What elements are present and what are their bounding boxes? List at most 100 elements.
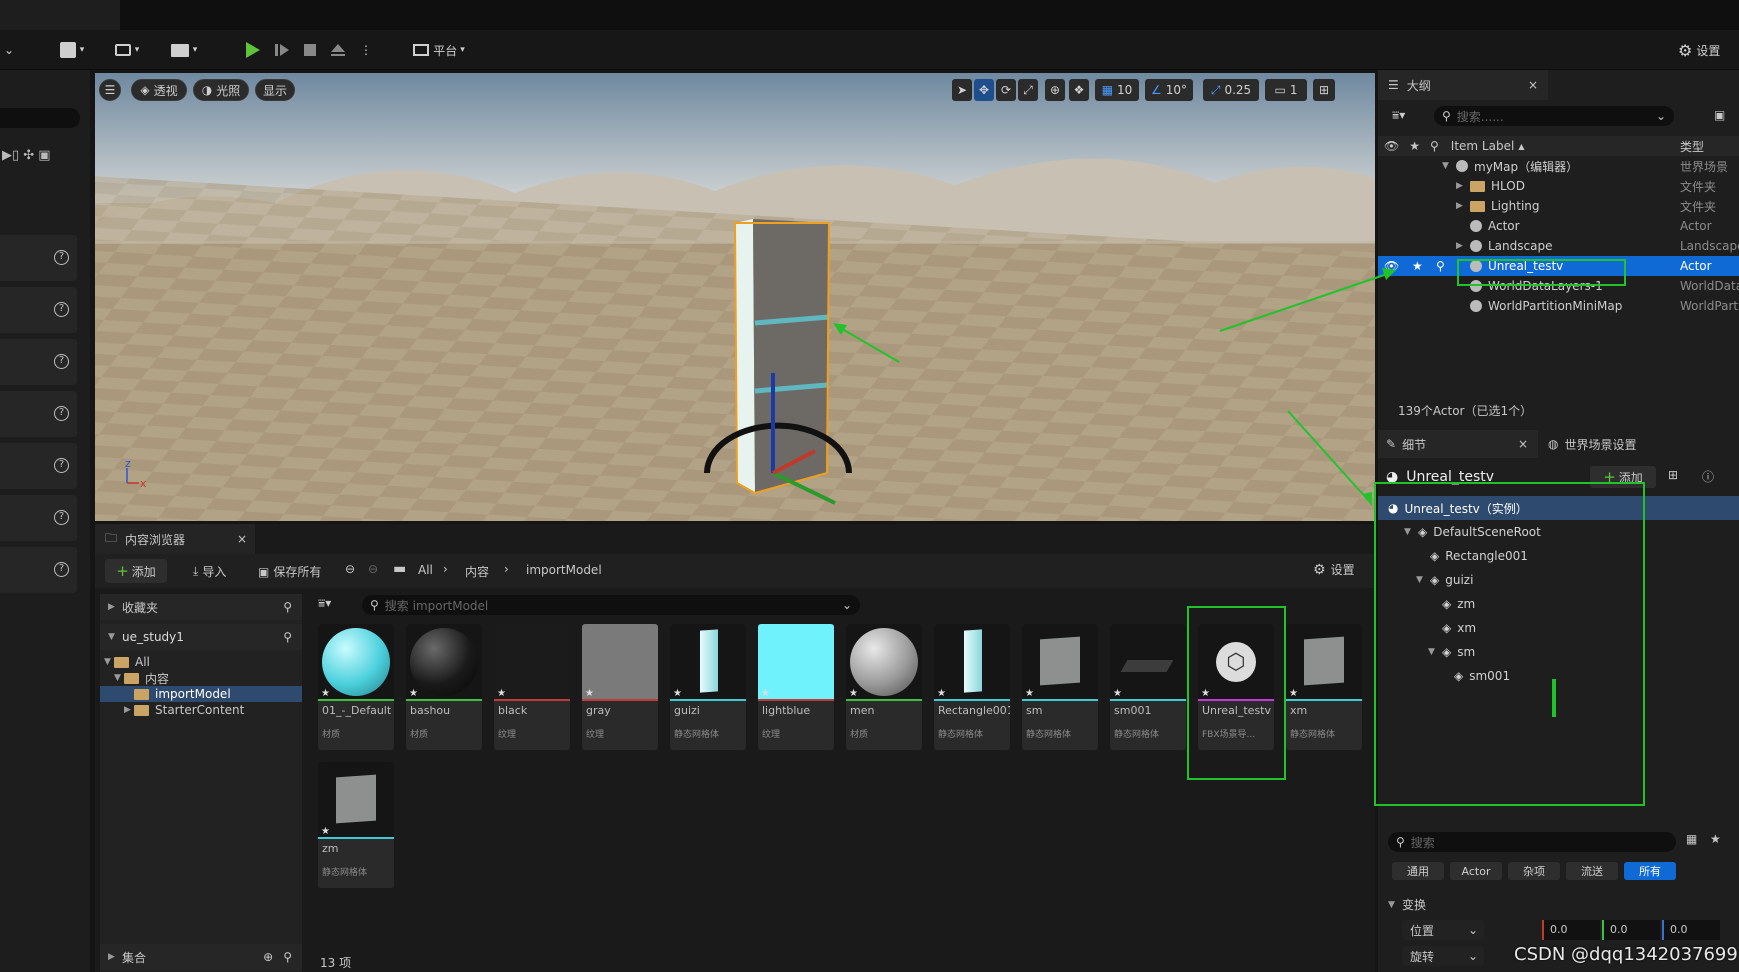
help-icon[interactable]: ? — [54, 458, 69, 473]
angle-snap-button[interactable]: ∠ 10° — [1145, 79, 1193, 101]
cinematics-button[interactable]: ▾ — [164, 38, 204, 62]
tree-item-startercontent[interactable]: ▶ StarterContent — [124, 702, 300, 718]
scale-mode-icon[interactable]: ⤢ — [1018, 79, 1038, 101]
select-mode-icon[interactable]: ➤ — [952, 79, 972, 101]
asset-tile[interactable]: ★ lightblue 纹理 — [758, 624, 834, 750]
help-icon[interactable]: ⓘ — [1702, 468, 1714, 485]
transform-section[interactable]: ▼ 变换 — [1388, 896, 1426, 913]
close-icon[interactable]: × — [237, 532, 247, 546]
asset-tile[interactable]: ★ sm001 静态网格体 — [1110, 624, 1186, 750]
platform-button[interactable]: 平台 ▾ — [404, 38, 474, 62]
layout-icon[interactable]: ⊞ — [1313, 79, 1335, 101]
cb-settings-button[interactable]: ⚙ 设置 — [1313, 561, 1355, 578]
chevron-down-icon[interactable]: ⌄ — [0, 38, 18, 62]
outliner-search-input[interactable]: ⚲ 搜索...... ⌄ — [1434, 106, 1674, 126]
filter-chip[interactable]: 通用 — [1392, 862, 1444, 880]
asset-tile[interactable]: ★ gray 纹理 — [582, 624, 658, 750]
category-row[interactable]: ? — [0, 287, 77, 333]
pin-icon[interactable]: ⚲ — [1430, 139, 1439, 153]
category-row[interactable]: ? — [0, 391, 77, 437]
world-settings-tab[interactable]: ◍ 世界场景设置 — [1548, 430, 1718, 458]
search-input[interactable] — [0, 108, 80, 128]
filter-button[interactable]: ⩸▾ — [318, 596, 348, 614]
chevron-right-icon[interactable]: ▶ — [1456, 201, 1466, 211]
collections-header[interactable]: ▶ 集合 ⊕ ⚲ — [100, 944, 302, 970]
help-icon[interactable]: ? — [54, 406, 69, 421]
outliner-row[interactable]: ▼ myMap（编辑器） 世界场景 — [1378, 156, 1739, 176]
search-icon[interactable]: ⚲ — [283, 950, 292, 964]
chevron-down-icon[interactable]: ▼ — [1442, 161, 1452, 171]
asset-tile[interactable]: ★ Rectangle001 静态网格体 — [934, 624, 1010, 750]
filter-icon[interactable]: ⩸▾ — [1392, 108, 1405, 123]
rotate-mode-icon[interactable]: ⟳ — [996, 79, 1016, 101]
outliner-row[interactable]: ▶ Lighting 文件夹 — [1378, 196, 1739, 216]
tree-item-content[interactable]: ▼ 内容 — [114, 670, 300, 686]
level-viewport[interactable]: z x ☰ ◈ 透视 ◑ 光照 显示 ➤ ✥ ⟳ ⤢ ⊕ ❖ ▦ 10 ∠ 10° ⤢ 0… — [95, 73, 1375, 521]
category-row[interactable]: ? — [0, 547, 77, 593]
viewport-menu-button[interactable]: ☰ — [99, 79, 121, 101]
play-button[interactable] — [237, 38, 267, 62]
help-icon[interactable]: ? — [54, 354, 69, 369]
asset-tile[interactable]: ★ sm 静态网格体 — [1022, 624, 1098, 750]
filter-chip[interactable]: 杂项 — [1508, 862, 1560, 880]
filter-chip[interactable]: 流送 — [1566, 862, 1618, 880]
lit-button[interactable]: ◑ 光照 — [193, 79, 249, 101]
settings-button[interactable]: ⚙ 设置 — [1678, 38, 1738, 62]
close-icon[interactable]: × — [1528, 78, 1538, 92]
save-all-button[interactable]: ▣ 保存所有 — [258, 563, 321, 580]
outliner-row[interactable]: WorldPartitionMiniMap WorldPart — [1378, 296, 1739, 316]
help-icon[interactable]: ? — [54, 250, 69, 265]
pin-icon[interactable]: ⚲ — [1436, 259, 1445, 273]
surface-snap-icon[interactable]: ❖ — [1069, 79, 1089, 101]
item-label-column[interactable]: Item Label — [1451, 139, 1515, 153]
add-actor-button[interactable]: ▾ — [52, 38, 92, 62]
asset-tile[interactable]: ★ black 纹理 — [494, 624, 570, 750]
panel-mode-icons[interactable]: ▶▯ ✣ ▣ — [2, 148, 51, 163]
tree-item-all[interactable]: ▼ All — [104, 654, 300, 670]
star-icon[interactable]: ★ — [1710, 832, 1721, 846]
more-options-icon[interactable]: ⋮ — [360, 38, 372, 62]
add-button[interactable]: + 添加 — [105, 559, 167, 583]
breadcrumb-content[interactable]: 内容 — [465, 563, 489, 580]
close-icon[interactable]: × — [1518, 437, 1528, 451]
filter-chip[interactable]: Actor — [1450, 862, 1502, 880]
location-z-field[interactable]: 0.0 — [1662, 920, 1720, 940]
scale-snap-button[interactable]: ⤢ 0.25 — [1203, 79, 1259, 101]
table-view-icon[interactable]: ▦ — [1686, 832, 1697, 846]
asset-tile[interactable]: ★ bashou 材质 — [406, 624, 482, 750]
breadcrumb-importmodel[interactable]: importModel — [526, 563, 602, 577]
help-icon[interactable]: ? — [54, 562, 69, 577]
asset-tile[interactable]: ★ xm 静态网格体 — [1286, 624, 1362, 750]
asset-tile[interactable]: ★ zm 静态网格体 — [318, 762, 394, 888]
outliner-row[interactable]: Actor Actor — [1378, 216, 1739, 236]
category-row[interactable]: ? — [0, 235, 77, 281]
camera-speed-button[interactable]: ▭ 1 — [1265, 79, 1307, 101]
grid-snap-button[interactable]: ▦ 10 — [1095, 79, 1139, 101]
asset-tile[interactable]: ★ men 材质 — [846, 624, 922, 750]
perspective-button[interactable]: ◈ 透视 — [131, 79, 187, 101]
stop-button[interactable] — [298, 38, 322, 62]
search-icon[interactable]: ⚲ — [283, 630, 292, 644]
visibility-icon[interactable]: 👁 — [1384, 139, 1399, 153]
location-y-field[interactable]: 0.0 — [1602, 920, 1660, 940]
visibility-icon[interactable]: 👁 — [1384, 259, 1399, 273]
outliner-tab[interactable]: ☰ 大纲 × — [1378, 70, 1548, 100]
favorites-header[interactable]: ▶ 收藏夹 ⚲ — [100, 594, 302, 620]
chevron-right-icon[interactable]: ▶ — [1456, 241, 1466, 251]
step-button[interactable] — [270, 38, 294, 62]
type-column[interactable]: 类型 — [1680, 138, 1704, 155]
title-tab[interactable] — [0, 0, 120, 30]
outliner-row[interactable]: ▶ Landscape Landscape — [1378, 236, 1739, 256]
forward-icon[interactable]: ⊖ — [368, 562, 378, 576]
category-row[interactable]: ? — [0, 339, 77, 385]
add-collection-icon[interactable]: ⊕ — [263, 950, 273, 964]
content-browser-tab[interactable]: 🗀 内容浏览器 × — [95, 524, 255, 554]
asset-tile[interactable]: ★ 01_-_Default 材质 — [318, 624, 394, 750]
asset-search-input[interactable]: ⚲ 搜索 importModel ⌄ — [362, 595, 860, 615]
details-search-input[interactable]: ⚲ 搜索 — [1388, 832, 1676, 852]
location-dropdown[interactable]: 位置 ⌄ — [1402, 920, 1484, 940]
help-icon[interactable]: ? — [54, 302, 69, 317]
blueprint-icon[interactable]: ⊞ — [1668, 468, 1678, 482]
category-row[interactable]: ? — [0, 443, 77, 489]
show-button[interactable]: 显示 — [255, 79, 295, 101]
